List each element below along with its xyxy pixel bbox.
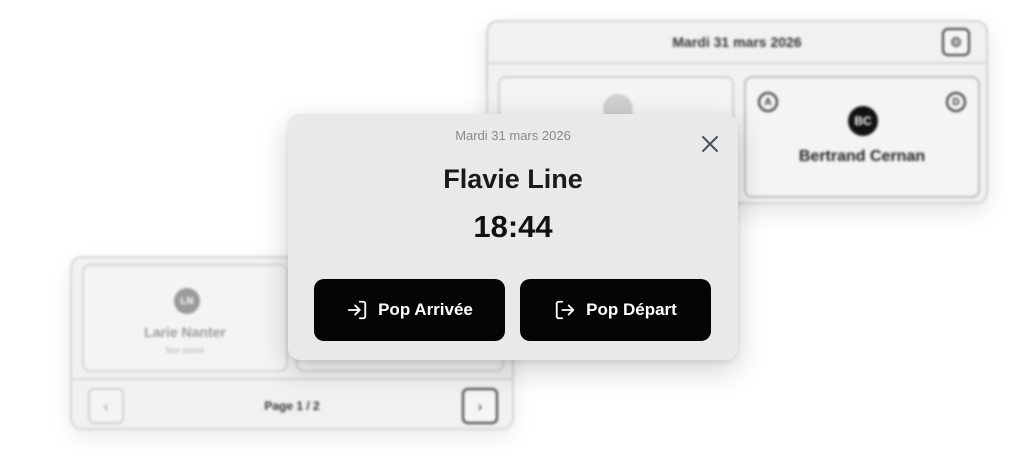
employee-name: Larie Nanter: [144, 324, 226, 340]
employee-name: Flavie Line: [443, 164, 583, 194]
employee-status: Non pointé: [165, 346, 205, 355]
gear-icon: ⚙: [949, 33, 963, 50]
log-out-icon: [554, 299, 576, 321]
close-icon: [702, 136, 718, 152]
modal-date: Mardi 31 mars 2026: [455, 128, 571, 143]
chevron-right-icon: ›: [477, 398, 483, 414]
avatar: LN: [174, 288, 200, 314]
punch-departure-button[interactable]: Pop Départ: [520, 279, 711, 341]
punch-modal: Mardi 31 mars 2026 Flavie Line 18:44 Pop…: [288, 114, 738, 360]
page-indicator: Page 1 / 2: [264, 399, 320, 413]
settings-button[interactable]: ⚙: [942, 28, 970, 56]
employee-tile[interactable]: LN Larie Nanter Non pointé: [82, 264, 288, 372]
employee-name: Bertrand Cernan: [798, 148, 926, 165]
day-card-date: Mardi 31 mars 2026: [672, 34, 802, 50]
punch-departure-label: Pop Départ: [586, 300, 677, 319]
punch-arrival-label: Pop Arrivée: [378, 300, 473, 319]
employee-tile[interactable]: A D BC Bertrand Cernan: [744, 76, 980, 198]
arrival-badge: A: [758, 92, 778, 112]
pagination: ‹ Page 1 / 2 ›: [72, 378, 512, 428]
departure-badge: D: [946, 92, 966, 112]
day-card-header: Mardi 31 mars 2026 ⚙: [488, 22, 986, 64]
close-button[interactable]: [698, 132, 722, 156]
avatar: BC: [848, 106, 878, 136]
next-page-button[interactable]: ›: [462, 388, 498, 424]
log-in-icon: [346, 299, 368, 321]
current-time: 18:44: [473, 209, 553, 244]
punch-arrival-button[interactable]: Pop Arrivée: [314, 279, 505, 341]
previous-page-button[interactable]: ‹: [88, 388, 124, 424]
chevron-left-icon: ‹: [103, 398, 109, 414]
